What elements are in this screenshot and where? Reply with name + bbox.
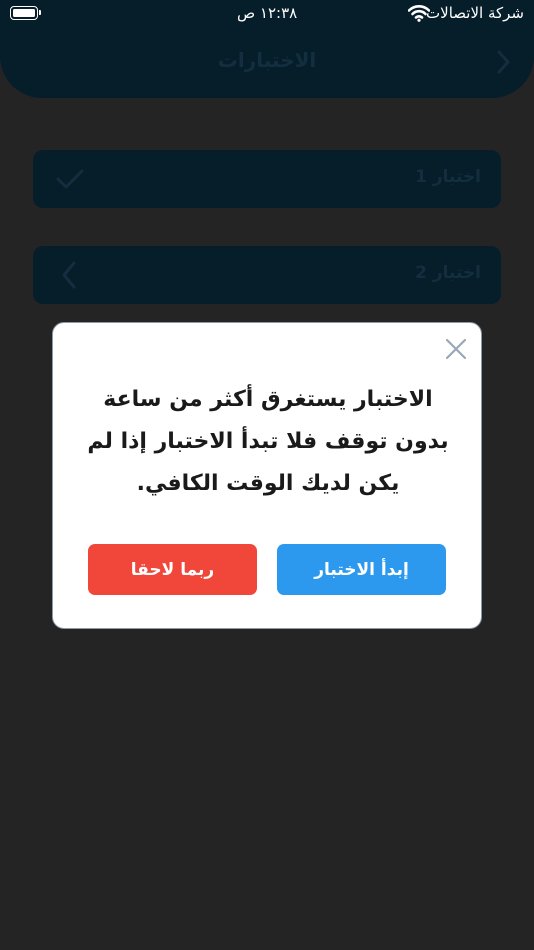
close-icon[interactable] — [444, 337, 468, 361]
status-time: ١٢:٣٨ ص — [237, 4, 298, 22]
maybe-later-button[interactable]: ربما لاحقا — [88, 544, 257, 595]
dialog-message-line: يكن لديك الوقت الكافي. — [136, 471, 400, 496]
dialog-message-line: بدون توقف فلا تبدأ الاختبار إذا لم — [87, 429, 449, 454]
dialog-message: الاختبار يستغرق أكثر من ساعة بدون توقف ف… — [78, 379, 458, 505]
test-warning-dialog: الاختبار يستغرق أكثر من ساعة بدون توقف ف… — [52, 322, 482, 629]
dialog-message-line: الاختبار يستغرق أكثر من ساعة — [103, 387, 433, 412]
carrier-name: شركة الاتصالات — [426, 4, 524, 22]
status-bar: ١٢:٣٨ ص شركة الاتصالات — [0, 0, 534, 30]
start-test-button[interactable]: إبدأ الاختبار — [277, 544, 446, 595]
battery-icon — [10, 6, 41, 20]
